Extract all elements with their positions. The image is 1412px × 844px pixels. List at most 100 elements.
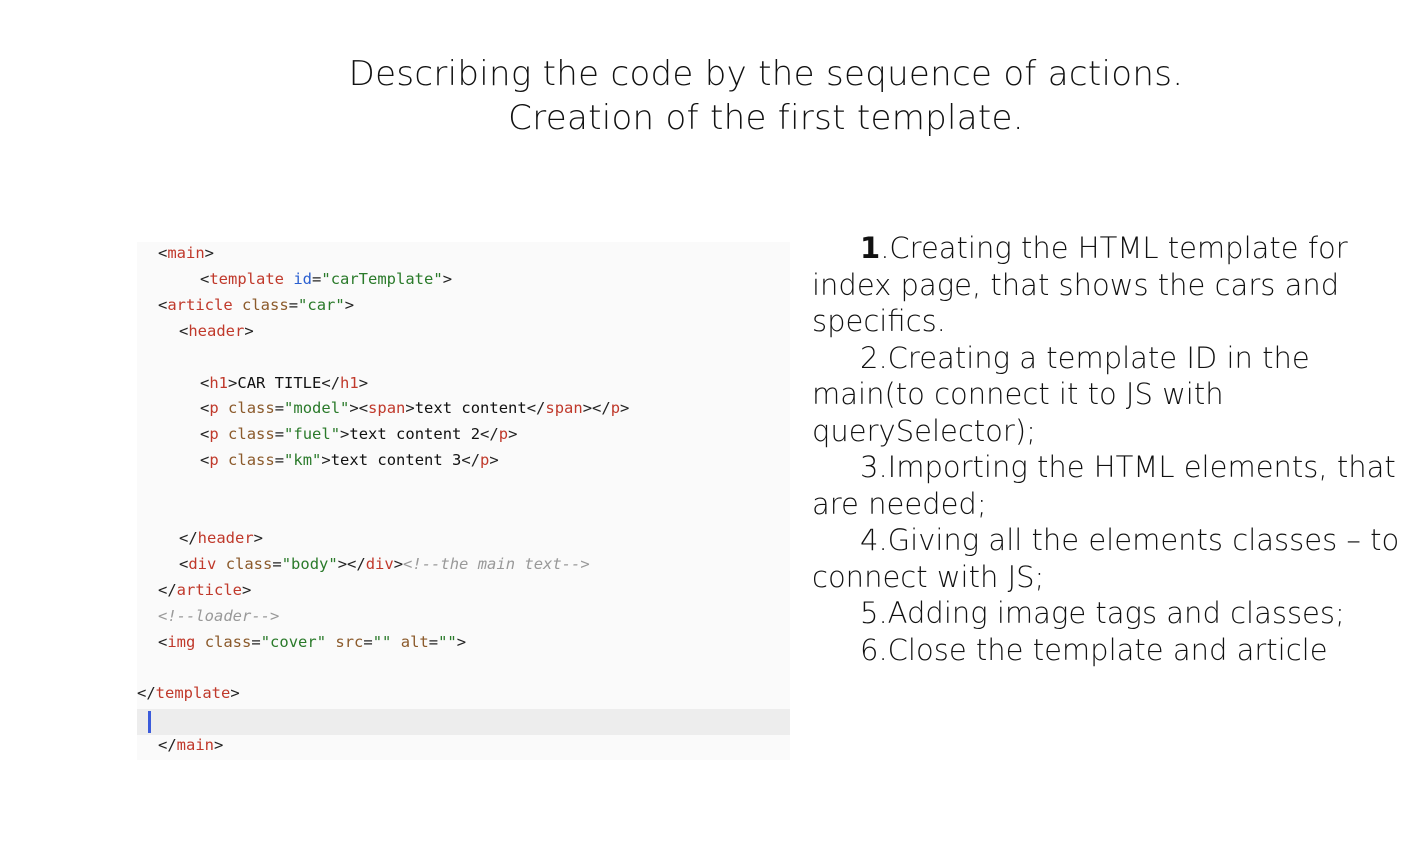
code-token: >: [442, 269, 453, 288]
code-token: text content 3: [330, 451, 462, 470]
code-screenshot-panel: <main> <template id="carTemplate"> <articl…: [137, 242, 790, 760]
code-token: div: [188, 554, 217, 573]
step-number: 4: [860, 523, 879, 557]
code-line: <div class="body"></div><!--the main tex…: [179, 551, 590, 577]
code-token: "model": [284, 399, 350, 418]
code-line: <h1>CAR TITLE</h1>: [200, 370, 368, 396]
step-item: 5.Adding image tags and classes;: [812, 595, 1402, 632]
code-line: <template id="carTemplate">: [200, 266, 452, 292]
code-line: <p class="km">text content 3</p>: [200, 447, 499, 473]
code-line: <p class="fuel">text content 2</p>: [200, 421, 517, 447]
step-text: .Giving all the elements classes – to co…: [812, 523, 1400, 594]
code-token: text content 2: [349, 425, 481, 444]
code-token: template: [155, 684, 231, 703]
code-token: </: [526, 399, 546, 418]
code-token: "km": [284, 451, 322, 470]
step-number: 6: [860, 632, 879, 667]
code-token: template: [209, 269, 284, 288]
code-token: p: [209, 425, 219, 444]
code-token: <: [158, 295, 168, 314]
steps-list: 1.Creating the HTML template for index p…: [812, 230, 1402, 668]
code-token: class: [225, 554, 273, 573]
code-token: "cover": [260, 632, 327, 651]
code-token: >: [321, 451, 331, 470]
code-token: ><: [349, 399, 369, 418]
code-token: "car": [298, 295, 345, 314]
code-token: =: [272, 554, 282, 573]
code-token: main: [176, 736, 214, 755]
code-token: </: [461, 451, 481, 470]
code-token: =: [363, 632, 373, 651]
code-token: class: [204, 632, 252, 651]
code-token: "": [438, 632, 457, 651]
step-item: 3.Importing the HTML elements, that are …: [812, 449, 1402, 522]
code-token: ></: [337, 554, 366, 573]
code-token: >: [358, 373, 369, 392]
code-token: <: [200, 425, 210, 444]
code-token: >: [393, 554, 404, 573]
code-token: >: [214, 736, 224, 755]
code-token: </: [179, 528, 198, 547]
code-token: </: [137, 684, 156, 703]
code-line: </template>: [137, 680, 240, 706]
code-token: <: [200, 399, 210, 418]
slide-title-line-2: Creation of the first template.: [508, 98, 1024, 138]
active-line-highlight: [137, 709, 790, 736]
code-line: <main>: [158, 240, 214, 266]
code-token: =: [274, 399, 285, 418]
step-number: 5: [860, 596, 879, 630]
step-text: .Creating a template ID in the main(to c…: [812, 340, 1310, 448]
code-token: <: [158, 244, 168, 262]
text-cursor: [148, 711, 151, 734]
step-text: .Importing the HTML elements, that are n…: [812, 450, 1396, 521]
code-token: =: [274, 425, 285, 444]
code-token: </: [480, 425, 499, 444]
code-token: src: [335, 632, 364, 651]
code-token: <: [200, 269, 210, 288]
code-token: header: [197, 528, 254, 547]
code-token: <: [200, 373, 210, 392]
code-token: CAR TITLE: [237, 373, 322, 392]
code-token: div: [365, 554, 394, 573]
code-token: article: [176, 580, 242, 599]
code-token: =: [312, 269, 322, 288]
code-token: >: [344, 295, 355, 314]
code-token: main: [167, 244, 205, 262]
code-token: >: [340, 425, 350, 444]
code-token: id: [293, 269, 313, 288]
code-line: <img class="cover" src="" alt="">: [158, 629, 466, 655]
code-token: p: [610, 399, 621, 418]
code-token: </: [321, 373, 341, 392]
code-token: >: [508, 425, 518, 444]
code-token: =: [288, 295, 299, 314]
code-token: =: [428, 632, 439, 651]
code-line: <article class="car">: [158, 292, 354, 318]
code-token: >: [228, 373, 238, 392]
code-token: class: [242, 295, 289, 314]
code-token: "carTemplate": [321, 269, 443, 288]
step-item: 4.Giving all the elements classes – to c…: [812, 522, 1402, 595]
code-token: >: [230, 684, 240, 703]
code-token: >: [620, 399, 630, 418]
code-line: </main>: [158, 732, 223, 758]
code-token: >: [204, 244, 215, 262]
code-token: class: [228, 399, 275, 418]
code-token: p: [209, 399, 219, 418]
code-line: <!--loader-->: [158, 603, 279, 629]
step-number: 1: [860, 231, 881, 265]
code-token: </: [158, 736, 177, 755]
code-token: <: [179, 554, 189, 573]
code-token: >: [244, 321, 254, 340]
code-token: class: [228, 451, 275, 470]
code-token: h1: [209, 373, 229, 392]
code-token: p: [480, 451, 490, 470]
step-text: .Adding image tags and classes;: [878, 596, 1345, 630]
